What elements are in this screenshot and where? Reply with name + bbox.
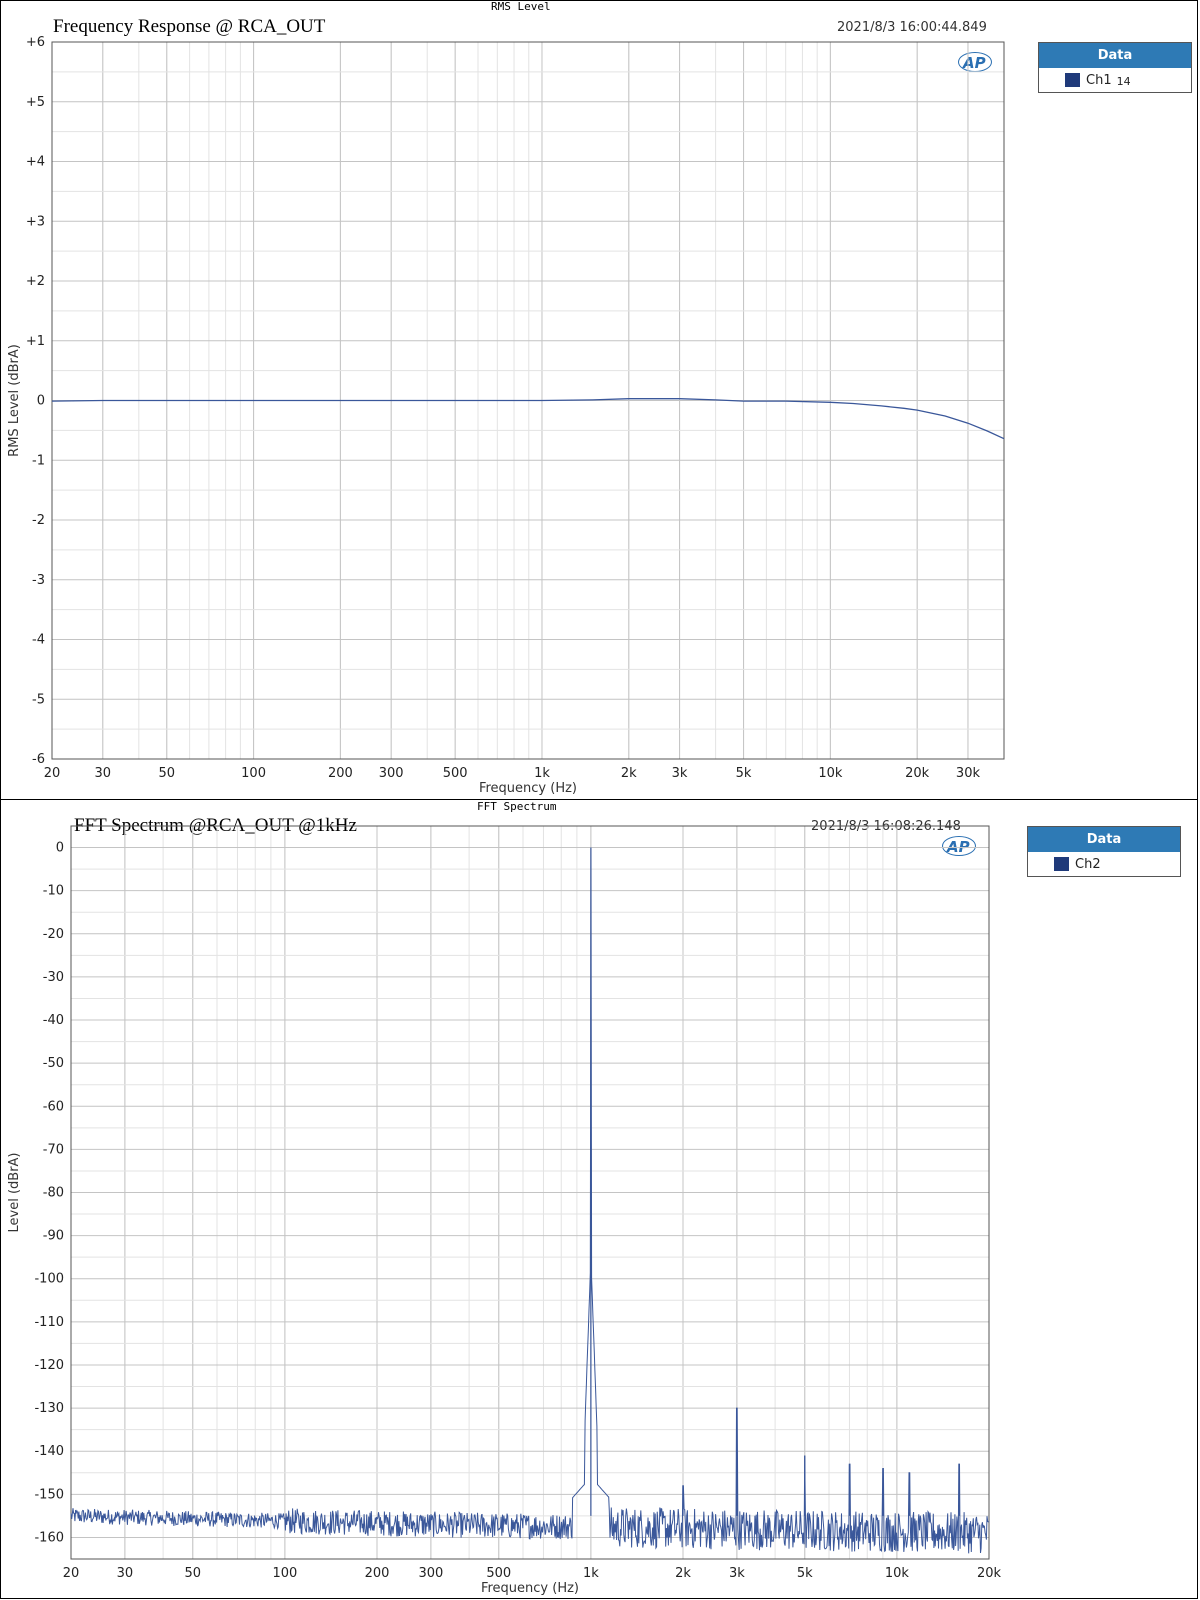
y-tick-label: 0 [56,841,64,856]
x-tick-label: 5k [736,766,752,781]
fft-spectrum-chart: 0 -10 -20 -30 -40 -50 -60 -70 -80 -90 -100 -110 -120… [7,825,1002,1596]
y-axis-label: RMS Level (dBrA) [7,344,22,457]
x-tick-label: 3k [672,766,688,781]
series-line-ch1 [51,398,1005,440]
ch2-swatch [1054,857,1069,871]
legend-item-ch2[interactable]: Ch2 [1028,852,1180,876]
x-tick-label: 3k [729,1566,745,1581]
x-tick-label: 10k [885,1566,910,1581]
y-tick-label: -3 [32,573,45,588]
y-axis-label: Level (dBrA) [7,1153,22,1233]
x-tick-label: 2k [621,766,637,781]
x-tick-label: 50 [184,1566,201,1581]
legend-item-label: Ch2 [1075,856,1101,872]
x-axis-label: Frequency (Hz) [481,1581,579,1596]
y-tick-label: -120 [34,1358,64,1373]
x-tick-label: 300 [418,1566,443,1581]
x-tick-label: 200 [328,766,353,781]
y-tick-label: -110 [34,1315,64,1330]
y-tick-label: -140 [34,1444,64,1459]
y-tick-label: +5 [26,95,45,110]
x-tick-label: 200 [365,1566,390,1581]
x-tick-label: 10k [818,766,843,781]
x-tick-label: 20k [905,766,930,781]
y-tick-label: -4 [32,633,45,648]
y-tick-label: -50 [43,1056,64,1071]
y-tick-label: +6 [26,35,45,50]
x-tick-label: 20k [977,1566,1002,1581]
y-tick-label: +3 [26,214,45,229]
y-tick-label: -70 [43,1142,64,1157]
y-tick-label: -80 [43,1186,64,1201]
y-tick-label: -1 [32,453,45,468]
top-legend: Data Ch1 14 [1038,42,1192,93]
y-tick-label: -20 [43,927,64,942]
y-tick-label: -90 [43,1229,64,1244]
x-tick-label: 300 [379,766,404,781]
x-tick-label: 5k [797,1566,813,1581]
y-tick-label: -100 [34,1272,64,1287]
frequency-response-panel: RMS Level Frequency Response @ RCA_OUT 2… [0,0,1198,800]
x-tick-label: 50 [158,766,175,781]
bottom-legend-title: Data [1028,827,1180,852]
y-tick-label: -5 [32,692,45,707]
x-tick-label: 100 [241,766,266,781]
x-tick-label: 30 [95,766,112,781]
y-tick-label: -10 [43,884,64,899]
fft-spectrum-panel: FFT Spectrum FFT Spectrum @RCA_OUT @1kHz… [0,799,1198,1599]
y-tick-label: +1 [26,334,45,349]
legend-item-label: Ch1 [1086,72,1112,88]
x-tick-label: 500 [486,1566,511,1581]
series-line-ch2 [70,847,990,1554]
y-tick-label: -2 [32,513,45,528]
legend-item-ch1[interactable]: Ch1 14 [1039,68,1191,92]
y-tick-label: +4 [26,155,45,170]
legend-item-sub: 14 [1116,75,1131,88]
y-tick-label: -60 [43,1099,64,1114]
x-tick-label: 2k [675,1566,691,1581]
y-tick-label: -150 [34,1487,64,1502]
y-tick-label: 0 [37,394,45,409]
x-tick-label: 1k [534,766,550,781]
y-tick-label: -160 [34,1530,64,1545]
x-tick-label: 30 [117,1566,134,1581]
frequency-response-chart: +6 +5 +4 +3 +2 +1 0 -1 -2 -3 -4 -5 -620 30 50 100 200 300… [7,35,1005,796]
bottom-legend: Data Ch2 [1027,826,1181,877]
y-tick-label: -40 [43,1013,64,1028]
y-tick-label: -6 [32,752,45,767]
x-tick-label: 1k [583,1566,599,1581]
x-tick-label: 20 [63,1566,80,1581]
ch1-swatch [1065,73,1080,87]
x-tick-label: 30k [956,766,981,781]
x-tick-label: 20 [44,766,61,781]
x-tick-label: 500 [443,766,468,781]
top-legend-title: Data [1039,43,1191,68]
y-tick-label: +2 [26,274,45,289]
x-axis-label: Frequency (Hz) [479,781,577,796]
y-tick-label: -130 [34,1401,64,1416]
y-tick-label: -30 [43,970,64,985]
x-tick-label: 100 [272,1566,297,1581]
